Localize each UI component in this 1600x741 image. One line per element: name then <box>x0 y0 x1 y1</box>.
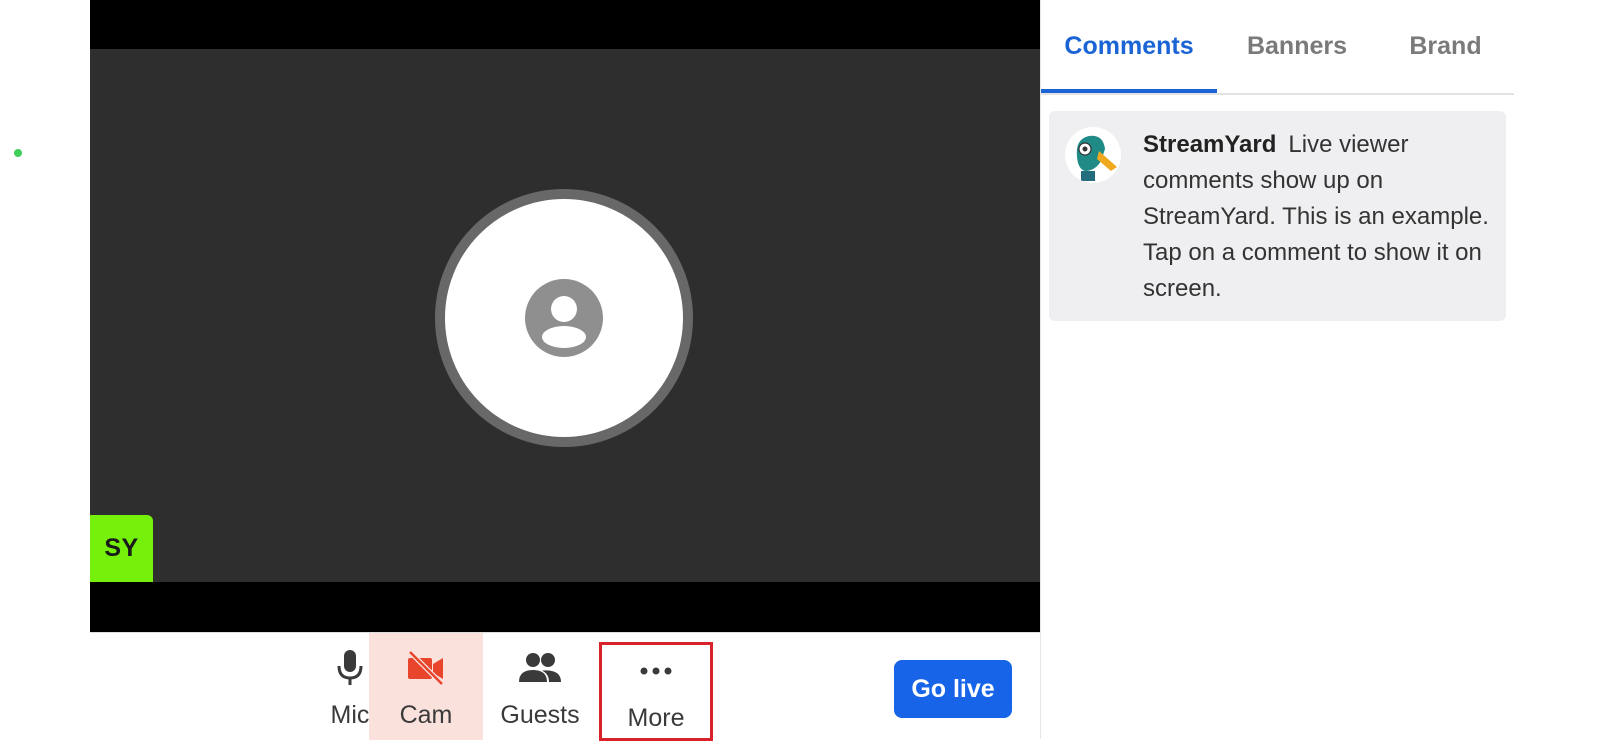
more-label: More <box>627 704 685 732</box>
microphone-icon <box>336 648 364 688</box>
control-bar: Mic Cam Guests More Go live <box>90 632 1040 741</box>
comment-item[interactable]: StreamYard Live viewer comments show up o… <box>1049 111 1506 321</box>
more-dots-icon <box>639 651 673 691</box>
people-icon <box>518 648 562 688</box>
guests-label: Guests <box>500 701 580 729</box>
sidebar-tabs: Comments Banners Brand <box>1041 0 1514 95</box>
status-dot <box>14 149 22 157</box>
mic-label: Mic <box>330 701 370 729</box>
participant-avatar <box>435 189 693 447</box>
go-live-button[interactable]: Go live <box>894 660 1012 718</box>
panel-divider <box>1040 0 1041 739</box>
more-button[interactable]: More <box>599 642 713 741</box>
stage-canvas: SY <box>90 0 1040 632</box>
tab-comments[interactable]: Comments <box>1041 0 1217 93</box>
tab-brand[interactable]: Brand <box>1377 0 1514 93</box>
comment-body: StreamYard Live viewer comments show up o… <box>1143 127 1493 307</box>
participant-name-tag: SY <box>90 515 153 582</box>
comment-author: StreamYard <box>1143 131 1277 158</box>
duck-logo-icon <box>1065 127 1121 183</box>
comment-avatar <box>1065 127 1121 183</box>
tab-banners[interactable]: Banners <box>1217 0 1377 93</box>
camera-off-icon <box>406 648 446 688</box>
person-avatar-icon <box>525 279 603 357</box>
cam-label: Cam <box>399 701 453 729</box>
video-tile[interactable]: SY <box>90 49 1040 582</box>
guests-button[interactable]: Guests <box>483 633 597 740</box>
cam-button[interactable]: Cam <box>369 633 483 740</box>
